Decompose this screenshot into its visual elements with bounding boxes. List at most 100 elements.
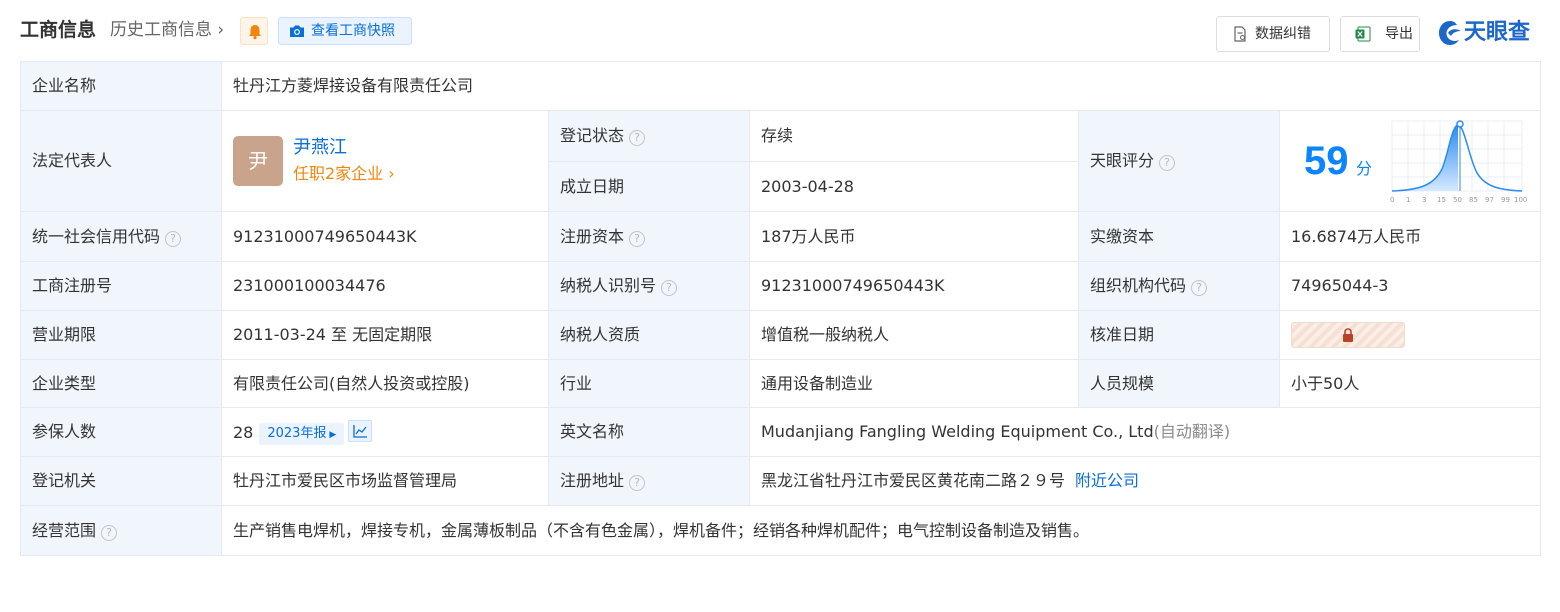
data-correction-button[interactable]: 数据纠错 <box>1216 16 1330 52</box>
axis-tick-label: 100 <box>1514 196 1528 204</box>
annual-report-badge[interactable]: 2023年报 ▶ <box>259 422 345 445</box>
chevron-right-icon: › <box>383 164 395 183</box>
en-name: Mudanjiang Fangling Welding Equipment Co… <box>761 422 1154 441</box>
help-icon[interactable]: ? <box>629 475 646 491</box>
line-chart-icon <box>353 424 368 438</box>
axis-tick-label: 85 <box>1469 196 1478 204</box>
score-distribution-chart <box>1391 120 1523 192</box>
table-row: 工商注册号 231000100034476 纳税人识别号? 9123100074… <box>20 261 1542 311</box>
org-code-label-text: 组织机构代码 <box>1090 276 1187 295</box>
insured-cell: 28 2023年报 ▶ <box>221 407 549 457</box>
company-type: 有限责任公司(自然人投资或控股) <box>221 359 549 408</box>
table-row: 参保人数 28 2023年报 ▶ 英文名称 Mudanjiang Fangling… <box>20 407 1542 457</box>
paid-capital-label: 实缴资本 <box>1078 211 1280 262</box>
history-label: 历史工商信息 <box>110 20 212 40</box>
org-code: 74965044-3 <box>1278 261 1542 311</box>
address-cell: 黑龙江省牡丹江市爱民区黄花南二路２９号 附近公司 <box>748 456 1542 506</box>
table-row: 登记机关 牡丹江市爱民区市场监督管理局 注册地址? 黑龙江省牡丹江市爱民区黄花南… <box>20 456 1542 506</box>
excel-icon <box>1355 26 1371 42</box>
score-cell[interactable]: 59 分 0 1 3 15 50 85 97 99 100 <box>1278 110 1542 212</box>
org-code-label: 组织机构代码? <box>1078 261 1280 311</box>
correct-label: 数据纠错 <box>1255 26 1311 42</box>
help-icon[interactable]: ? <box>629 230 646 247</box>
table-row: 企业名称 牡丹江方菱焊接设备有限责任公司 <box>20 61 1542 111</box>
approve-date-cell <box>1278 310 1542 360</box>
found-date-label: 成立日期 <box>548 161 750 212</box>
axis-tick-label: 15 <box>1437 196 1446 204</box>
history-link[interactable]: 历史工商信息 › <box>110 18 224 42</box>
help-icon[interactable]: ? <box>101 524 118 541</box>
avatar[interactable]: 尹 <box>233 136 283 186</box>
score-unit: 分 <box>1356 159 1373 178</box>
legal-rep-positions: 任职2家企业 <box>293 164 384 183</box>
help-icon[interactable]: ? <box>165 230 182 247</box>
caret-right-icon: ▶ <box>326 429 337 440</box>
legal-rep-name[interactable]: 尹燕江 <box>293 137 347 159</box>
scope-label-text: 经营范围 <box>32 520 97 540</box>
axis-tick-label: 50 <box>1453 196 1462 204</box>
help-icon[interactable]: ? <box>1159 155 1176 171</box>
snapshot-label: 查看工商快照 <box>311 23 395 39</box>
staff-size: 小于50人 <box>1278 359 1542 408</box>
address: 黑龙江省牡丹江市爱民区黄花南二路２９号 <box>761 471 1066 490</box>
tax-qual-label: 纳税人资质 <box>548 310 750 360</box>
bell-icon <box>249 25 261 40</box>
authority-label: 登记机关 <box>20 456 222 506</box>
lock-icon <box>1343 328 1353 342</box>
camera-icon <box>290 25 304 37</box>
credit-code: 91231000749650443K <box>221 211 549 262</box>
snapshot-button[interactable]: 查看工商快照 <box>278 17 412 45</box>
reg-status: 存续 <box>749 110 1079 162</box>
term-label: 营业期限 <box>20 310 222 360</box>
document-edit-icon <box>1234 26 1246 42</box>
legal-rep-cell: 尹 尹燕江 任职2家企业 › <box>221 110 549 212</box>
avatar-initial: 尹 <box>248 149 268 173</box>
credit-code-label-text: 统一社会信用代码 <box>32 226 161 246</box>
approve-date-label: 核准日期 <box>1078 310 1280 360</box>
table-row: 法定代表人 尹 尹燕江 任职2家企业 › 登记状态? 存续 天眼评分? 59 分 <box>20 110 1542 212</box>
locked-value[interactable] <box>1291 322 1405 348</box>
score-label: 天眼评分? <box>1078 110 1280 212</box>
tax-id-label: 纳税人识别号? <box>548 261 750 311</box>
axis-tick-label: 3 <box>1422 196 1427 204</box>
address-label: 注册地址? <box>548 456 750 506</box>
tax-id-label-text: 纳税人识别号 <box>560 276 657 295</box>
industry-label: 行业 <box>548 359 750 408</box>
table-row: 企业类型 有限责任公司(自然人投资或控股) 行业 通用设备制造业 人员规模 小于… <box>20 359 1542 408</box>
logo-text: 天眼查 <box>1464 20 1531 45</box>
staff-label: 人员规模 <box>1078 359 1280 408</box>
credit-code-label: 统一社会信用代码? <box>20 211 222 262</box>
reg-capital-label-text: 注册资本 <box>560 226 625 246</box>
insured-label: 参保人数 <box>20 407 222 457</box>
reg-status-label: 登记状态? <box>548 110 750 162</box>
auto-translate-note: (自动翻译) <box>1153 422 1231 441</box>
legal-rep-positions-link[interactable]: 任职2家企业 › <box>293 164 395 184</box>
reg-status-label-text: 登记状态 <box>560 126 625 145</box>
scope-label: 经营范围? <box>20 505 222 556</box>
help-icon[interactable]: ? <box>629 130 646 146</box>
axis-tick-label: 97 <box>1485 196 1494 204</box>
axis-tick-label: 99 <box>1501 196 1510 204</box>
table-row: 统一社会信用代码? 91231000749650443K 注册资本? 187万人… <box>20 211 1542 262</box>
reg-capital-label: 注册资本? <box>548 211 750 262</box>
business-info-table: 企业名称 牡丹江方菱焊接设备有限责任公司 法定代表人 尹 尹燕江 任职2家企业 … <box>20 61 1542 556</box>
business-scope: 生产销售电焊机，焊接专机，金属薄板制品（不含有色金属），焊机备件；经销各种焊机配… <box>220 505 1542 556</box>
export-label: 导出 <box>1385 26 1413 42</box>
address-label-text: 注册地址 <box>560 471 625 490</box>
legal-rep-label: 法定代表人 <box>20 110 222 212</box>
chevron-right-icon: › <box>212 20 225 40</box>
bell-button[interactable] <box>240 17 268 45</box>
trend-chart-button[interactable] <box>348 419 373 442</box>
company-name-label: 企业名称 <box>20 61 222 111</box>
paid-capital: 16.6874万人民币 <box>1278 211 1542 262</box>
table-row: 营业期限 2011-03-24 至 无固定期限 纳税人资质 增值税一般纳税人 核… <box>20 310 1542 360</box>
section-header: 工商信息 历史工商信息 › 查看工商快照 数据纠错 导出 天眼查 <box>20 14 1540 52</box>
nearby-companies-link[interactable]: 附近公司 <box>1075 471 1139 490</box>
section-title: 工商信息 <box>20 19 97 41</box>
help-icon[interactable]: ? <box>661 280 678 296</box>
found-date: 2003-04-28 <box>749 161 1079 212</box>
help-icon[interactable]: ? <box>1191 280 1208 296</box>
export-button[interactable]: 导出 <box>1340 16 1420 52</box>
authority: 牡丹江市爱民区市场监督管理局 <box>221 456 549 506</box>
biz-reg-label: 工商注册号 <box>20 261 222 311</box>
